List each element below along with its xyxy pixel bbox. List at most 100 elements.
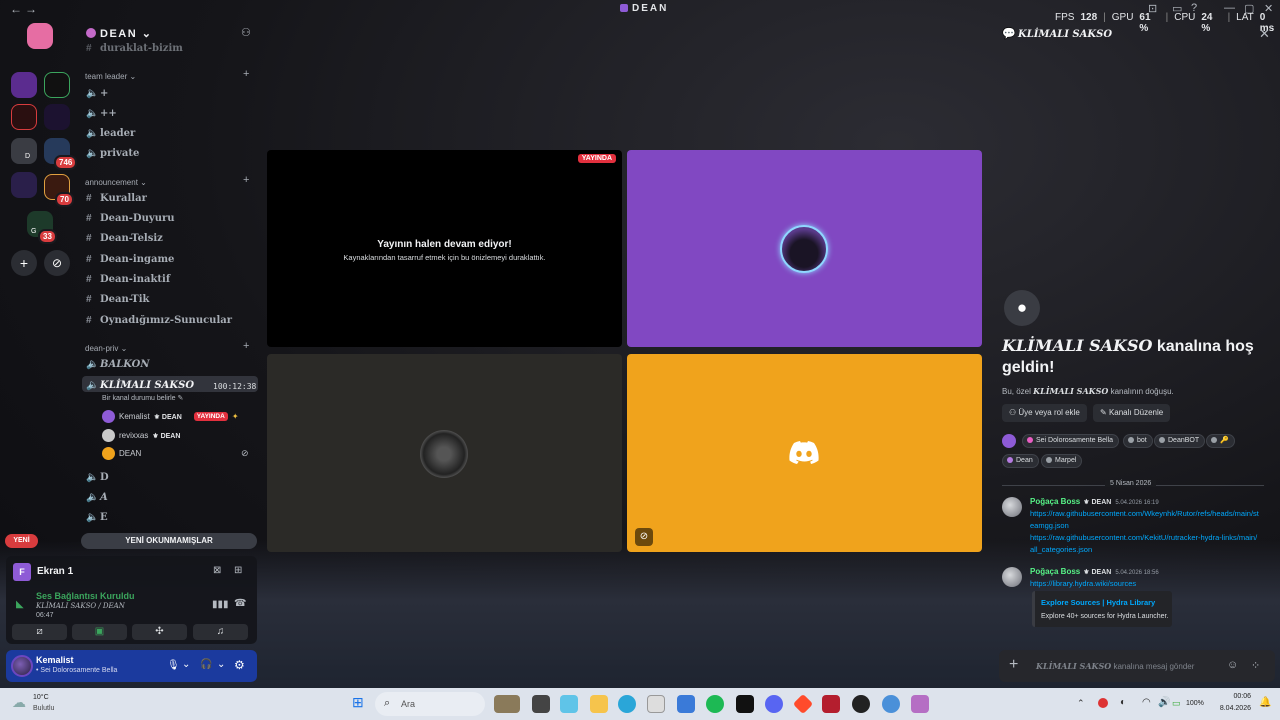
role-chip[interactable]: Marpel — [1041, 454, 1083, 468]
text-channel[interactable]: # Dean-Tik — [86, 294, 149, 305]
user-name[interactable]: Kemalist — [36, 655, 74, 665]
voice-user[interactable]: Kemalist ⚜ DEAN YAYINDA ✦ — [102, 410, 239, 423]
participant-tile[interactable]: ⊘ — [627, 354, 982, 552]
edit-channel-button[interactable]: ✎ Kanalı Düzenle — [1093, 404, 1171, 422]
voice-channel[interactable]: 🔈 + — [86, 88, 108, 99]
text-channel[interactable]: # Dean-ingame — [86, 254, 174, 265]
chevron-down-icon[interactable]: ⌄ — [217, 659, 225, 670]
chevron-down-icon[interactable]: ⌄ — [182, 659, 190, 670]
channel-item[interactable]: # duraklat-bizim — [86, 43, 183, 54]
stop-stream-icon[interactable]: ⊠ — [213, 565, 221, 576]
guild-header[interactable]: DEAN ⌄ — [86, 27, 152, 40]
message-link[interactable]: https://raw.githubusercontent.com/KekitU… — [1030, 532, 1260, 556]
app-icon[interactable] — [822, 695, 840, 713]
wifi-icon[interactable]: ◠ — [1142, 697, 1151, 708]
noise-suppression-icon[interactable]: ▮▮▮ — [212, 599, 229, 610]
composer-placeholder[interactable]: KLİMALI SAKSO kanalına mesaj gönder — [1036, 661, 1194, 671]
voice-channel-active[interactable]: 🔈 KLİMALI SAKSO — [86, 380, 194, 391]
emoji-icon[interactable]: ☺ — [1227, 659, 1238, 671]
voice-channel[interactable]: 🔈 D — [86, 472, 109, 483]
server-icon[interactable] — [44, 104, 70, 130]
back-arrow-icon[interactable]: ← — [10, 2, 22, 16]
app-icon[interactable] — [736, 695, 754, 713]
notification-icon[interactable]: 🔔 — [1259, 697, 1271, 708]
role-chip[interactable]: 🔑 — [1206, 434, 1235, 448]
clock-time[interactable]: 00:06 — [1216, 693, 1251, 700]
participant-tile[interactable] — [267, 354, 622, 552]
add-server-icon[interactable]: + — [11, 250, 37, 276]
soundboard-button[interactable]: ♫ — [193, 624, 248, 640]
file-explorer-icon[interactable] — [590, 695, 608, 713]
voice-channel[interactable]: 🔈 private — [86, 148, 139, 159]
text-channel[interactable]: # Dean-inaktif — [86, 274, 170, 285]
server-icon[interactable] — [11, 172, 37, 198]
add-member-button[interactable]: ⚇ Üye veya rol ekle — [1002, 404, 1087, 422]
search-box[interactable]: ⌕ Ara — [375, 692, 485, 716]
message-author[interactable]: Poğaça Boss ⚜ DEAN 5.04.2026 18:56 — [1030, 567, 1159, 576]
app-icon[interactable] — [911, 695, 929, 713]
server-icon[interactable] — [11, 72, 37, 98]
avatar[interactable] — [1002, 497, 1022, 517]
camera-button[interactable]: ⧄ — [12, 624, 67, 640]
role-chip[interactable]: Dean — [1002, 454, 1039, 468]
voice-user[interactable]: revixxas ⚜ DEAN — [102, 429, 180, 442]
discord-home-icon[interactable] — [27, 23, 53, 49]
microphone-icon[interactable]: 🎙 — [167, 660, 180, 671]
explore-icon[interactable]: ⊘ — [44, 250, 70, 276]
forward-arrow-icon[interactable]: → — [25, 2, 37, 16]
tray-app-icon[interactable]: ◐ — [1120, 697, 1126, 708]
activities-button[interactable]: ✣ — [132, 624, 187, 640]
voice-channel[interactable]: 🔈 leader — [86, 128, 135, 139]
server-icon[interactable] — [44, 72, 70, 98]
role-chip[interactable]: bot — [1123, 434, 1153, 448]
voice-channel[interactable]: 🔈 A — [86, 492, 108, 503]
voice-channel[interactable]: 🔈 BALKON — [86, 359, 150, 370]
message-composer[interactable]: + KLİMALI SAKSO kanalına mesaj gönder ☺ … — [999, 650, 1275, 682]
participant-tile[interactable] — [627, 150, 982, 347]
connection-status[interactable]: Ses Bağlantısı Kuruldu — [36, 591, 135, 601]
text-channel[interactable]: # Dean-Duyuru — [86, 213, 175, 224]
new-unreads-button[interactable]: YENİ OKUNMAMIŞLAR — [81, 533, 257, 549]
headphones-icon[interactable]: 🎧 — [200, 659, 212, 670]
voice-channel[interactable]: 🔈 ++ — [86, 108, 117, 119]
battery-icon[interactable]: ▭ — [1172, 698, 1181, 709]
outlook-icon[interactable] — [677, 695, 695, 713]
start-icon[interactable]: ⊞ — [352, 694, 364, 711]
plus-icon[interactable]: + — [1009, 656, 1018, 674]
message-link[interactable]: https://library.hydra.wiki/sources — [1030, 578, 1260, 590]
task-view-icon[interactable] — [532, 695, 550, 713]
steam-icon[interactable] — [852, 695, 870, 713]
discord-icon[interactable] — [765, 695, 783, 713]
add-channel-icon[interactable]: + — [243, 68, 249, 80]
category-dean-priv[interactable]: dean-priv ⌄ — [85, 344, 127, 353]
role-chip[interactable]: DeanBOT — [1154, 434, 1206, 448]
text-channel[interactable]: # Oynadığımız-Sunucular — [86, 315, 232, 326]
avatar[interactable] — [1002, 567, 1022, 587]
disconnect-icon[interactable]: ☎ — [234, 598, 246, 609]
tray-app-icon[interactable] — [1098, 698, 1108, 708]
apps-icon[interactable]: ⁘ — [1251, 659, 1260, 672]
category-team-leader[interactable]: team leader ⌄ — [85, 72, 136, 81]
embed-title[interactable]: Explore Sources | Hydra Library — [1041, 598, 1155, 607]
spotify-icon[interactable] — [706, 695, 724, 713]
invite-icon[interactable]: ⚇ — [241, 26, 251, 39]
settings-gear-icon[interactable]: ⚙ — [234, 658, 245, 672]
volume-icon[interactable]: 🔊 — [1158, 697, 1170, 708]
voice-channel[interactable]: 🔈 E — [86, 512, 108, 523]
clock-date[interactable]: 8.04.2026 — [1208, 705, 1251, 712]
text-channel[interactable]: # Dean-Telsiz — [86, 233, 163, 244]
stream-settings-icon[interactable]: ⊞ — [234, 565, 242, 576]
stream-tile[interactable]: YAYINDA Yayının halen devam ediyor! Kayn… — [267, 150, 622, 347]
add-channel-icon[interactable]: + — [243, 174, 249, 186]
role-chip[interactable]: Sei Dolorosamente Bella — [1022, 434, 1120, 448]
category-announcement[interactable]: announcement ⌄ — [85, 178, 147, 187]
chevron-up-icon[interactable]: ⌃ — [1077, 698, 1085, 709]
close-icon[interactable]: ✕ — [1259, 26, 1270, 42]
server-folder-icon[interactable] — [11, 138, 37, 164]
add-channel-icon[interactable]: + — [243, 340, 249, 352]
voice-user[interactable]: DEAN — [102, 447, 141, 460]
weather-temp[interactable]: 10°C — [33, 694, 49, 701]
channel-status[interactable]: Bir kanal durumu belirle ✎ — [102, 394, 183, 402]
copilot-icon[interactable] — [560, 695, 578, 713]
new-pill[interactable]: YENİ — [5, 534, 38, 548]
